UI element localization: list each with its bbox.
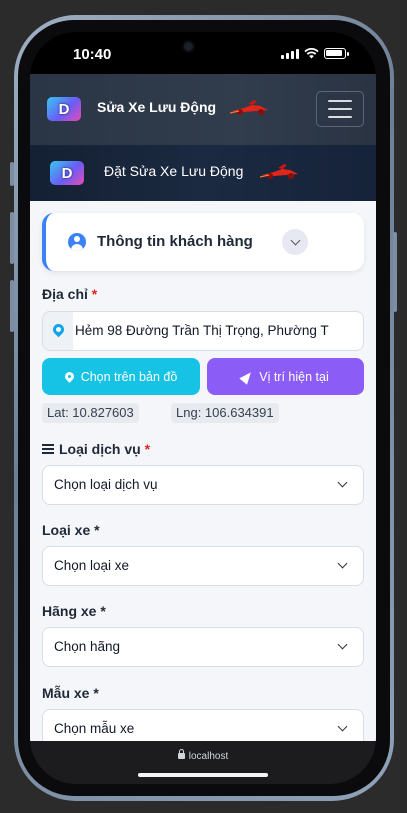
address-label: Địa chỉ * [42,286,97,302]
url-text: localhost [188,751,229,762]
current-location-button[interactable]: Vị trí hiện tại [207,358,364,395]
required-mark: * [91,286,98,302]
chevron-down-icon [290,235,300,246]
banner-logo: D [50,161,84,185]
banner-motorcycle-icon [260,164,298,179]
page-banner: D Đặt Sửa Xe Lưu Động [30,145,376,201]
logo-letter: D [58,100,70,118]
model-value: Chọn mẫu xe [54,721,135,736]
current-location-label: Vị trí hiện tại [259,369,329,384]
app-header: D Sửa Xe Lưu Động [30,74,376,145]
signal-icon [281,48,299,59]
chevron-down-icon [337,639,348,650]
wifi-icon [304,48,319,59]
volume-up-button [10,212,14,264]
longitude-badge: Lng: 106.634391 [171,403,279,423]
model-select[interactable]: Chọn mẫu xe [42,709,364,741]
address-icon-box [43,312,73,350]
collapse-button[interactable] [282,229,308,255]
service-type-label: Loại dịch vụ * [42,441,150,457]
menu-toggle-button[interactable] [316,91,364,127]
choose-on-map-label: Chọn trên bản đồ [80,369,178,384]
customer-section-header[interactable]: Thông tin khách hàng [42,213,364,271]
vehicle-type-value: Chọn loại xe [54,558,130,573]
home-indicator[interactable] [138,773,268,777]
status-icons [281,48,349,59]
location-arrow-icon [239,368,255,385]
list-icon [42,444,54,455]
page-title: Đặt Sửa Xe Lưu Động [104,163,244,179]
brand-value: Chọn hãng [54,639,121,654]
chevron-down-icon [337,558,348,569]
motorcycle-icon [230,100,268,115]
choose-on-map-button[interactable]: Chọn trên bản đồ [42,358,200,395]
phone-screen: 10:40 D Sửa Xe Lưu Động D Đặt Sửa Xe Lưu… [30,32,376,784]
app-logo[interactable]: D [47,97,81,121]
lock-icon [177,749,185,759]
silent-switch [10,162,14,186]
url-display[interactable]: localhost [30,749,376,762]
latitude-badge: Lat: 10.827603 [42,403,139,423]
brand-select[interactable]: Chọn hãng [42,627,364,667]
service-type-label-text: Loại dịch vụ [59,441,141,457]
dynamic-island [116,32,262,66]
map-marker-icon [62,370,76,383]
service-required-mark: * [144,441,151,457]
booking-form: Thông tin khách hàng Địa chỉ * Hẻm 98 Đư… [30,201,376,741]
banner-logo-letter: D [61,164,73,182]
address-field[interactable]: Hẻm 98 Đường Trần Thị Trọng, Phường T [42,311,364,351]
section-title: Thông tin khách hàng [97,233,253,250]
map-pin-icon [50,321,67,338]
address-label-text: Địa chỉ [42,286,88,302]
volume-down-button [10,280,14,332]
chevron-down-icon [337,477,348,488]
service-type-select[interactable]: Chọn loại dịch vụ [42,465,364,505]
address-input[interactable]: Hẻm 98 Đường Trần Thị Trọng, Phường T [75,323,363,338]
brand-name[interactable]: Sửa Xe Lưu Động [97,99,216,115]
brand-label: Hãng xe * [42,603,106,619]
vehicle-type-select[interactable]: Chọn loại xe [42,546,364,586]
user-circle-icon [68,233,86,251]
service-type-value: Chọn loại dịch vụ [54,477,158,492]
battery-icon [324,48,349,59]
power-button [393,232,397,312]
chevron-down-icon [337,721,348,732]
browser-address-bar[interactable]: localhost [30,741,376,784]
model-label: Mẫu xe * [42,685,99,701]
vehicle-type-label: Loại xe * [42,522,100,538]
status-bar: 10:40 [30,32,376,74]
front-camera [182,40,195,53]
status-time: 10:40 [73,46,112,63]
